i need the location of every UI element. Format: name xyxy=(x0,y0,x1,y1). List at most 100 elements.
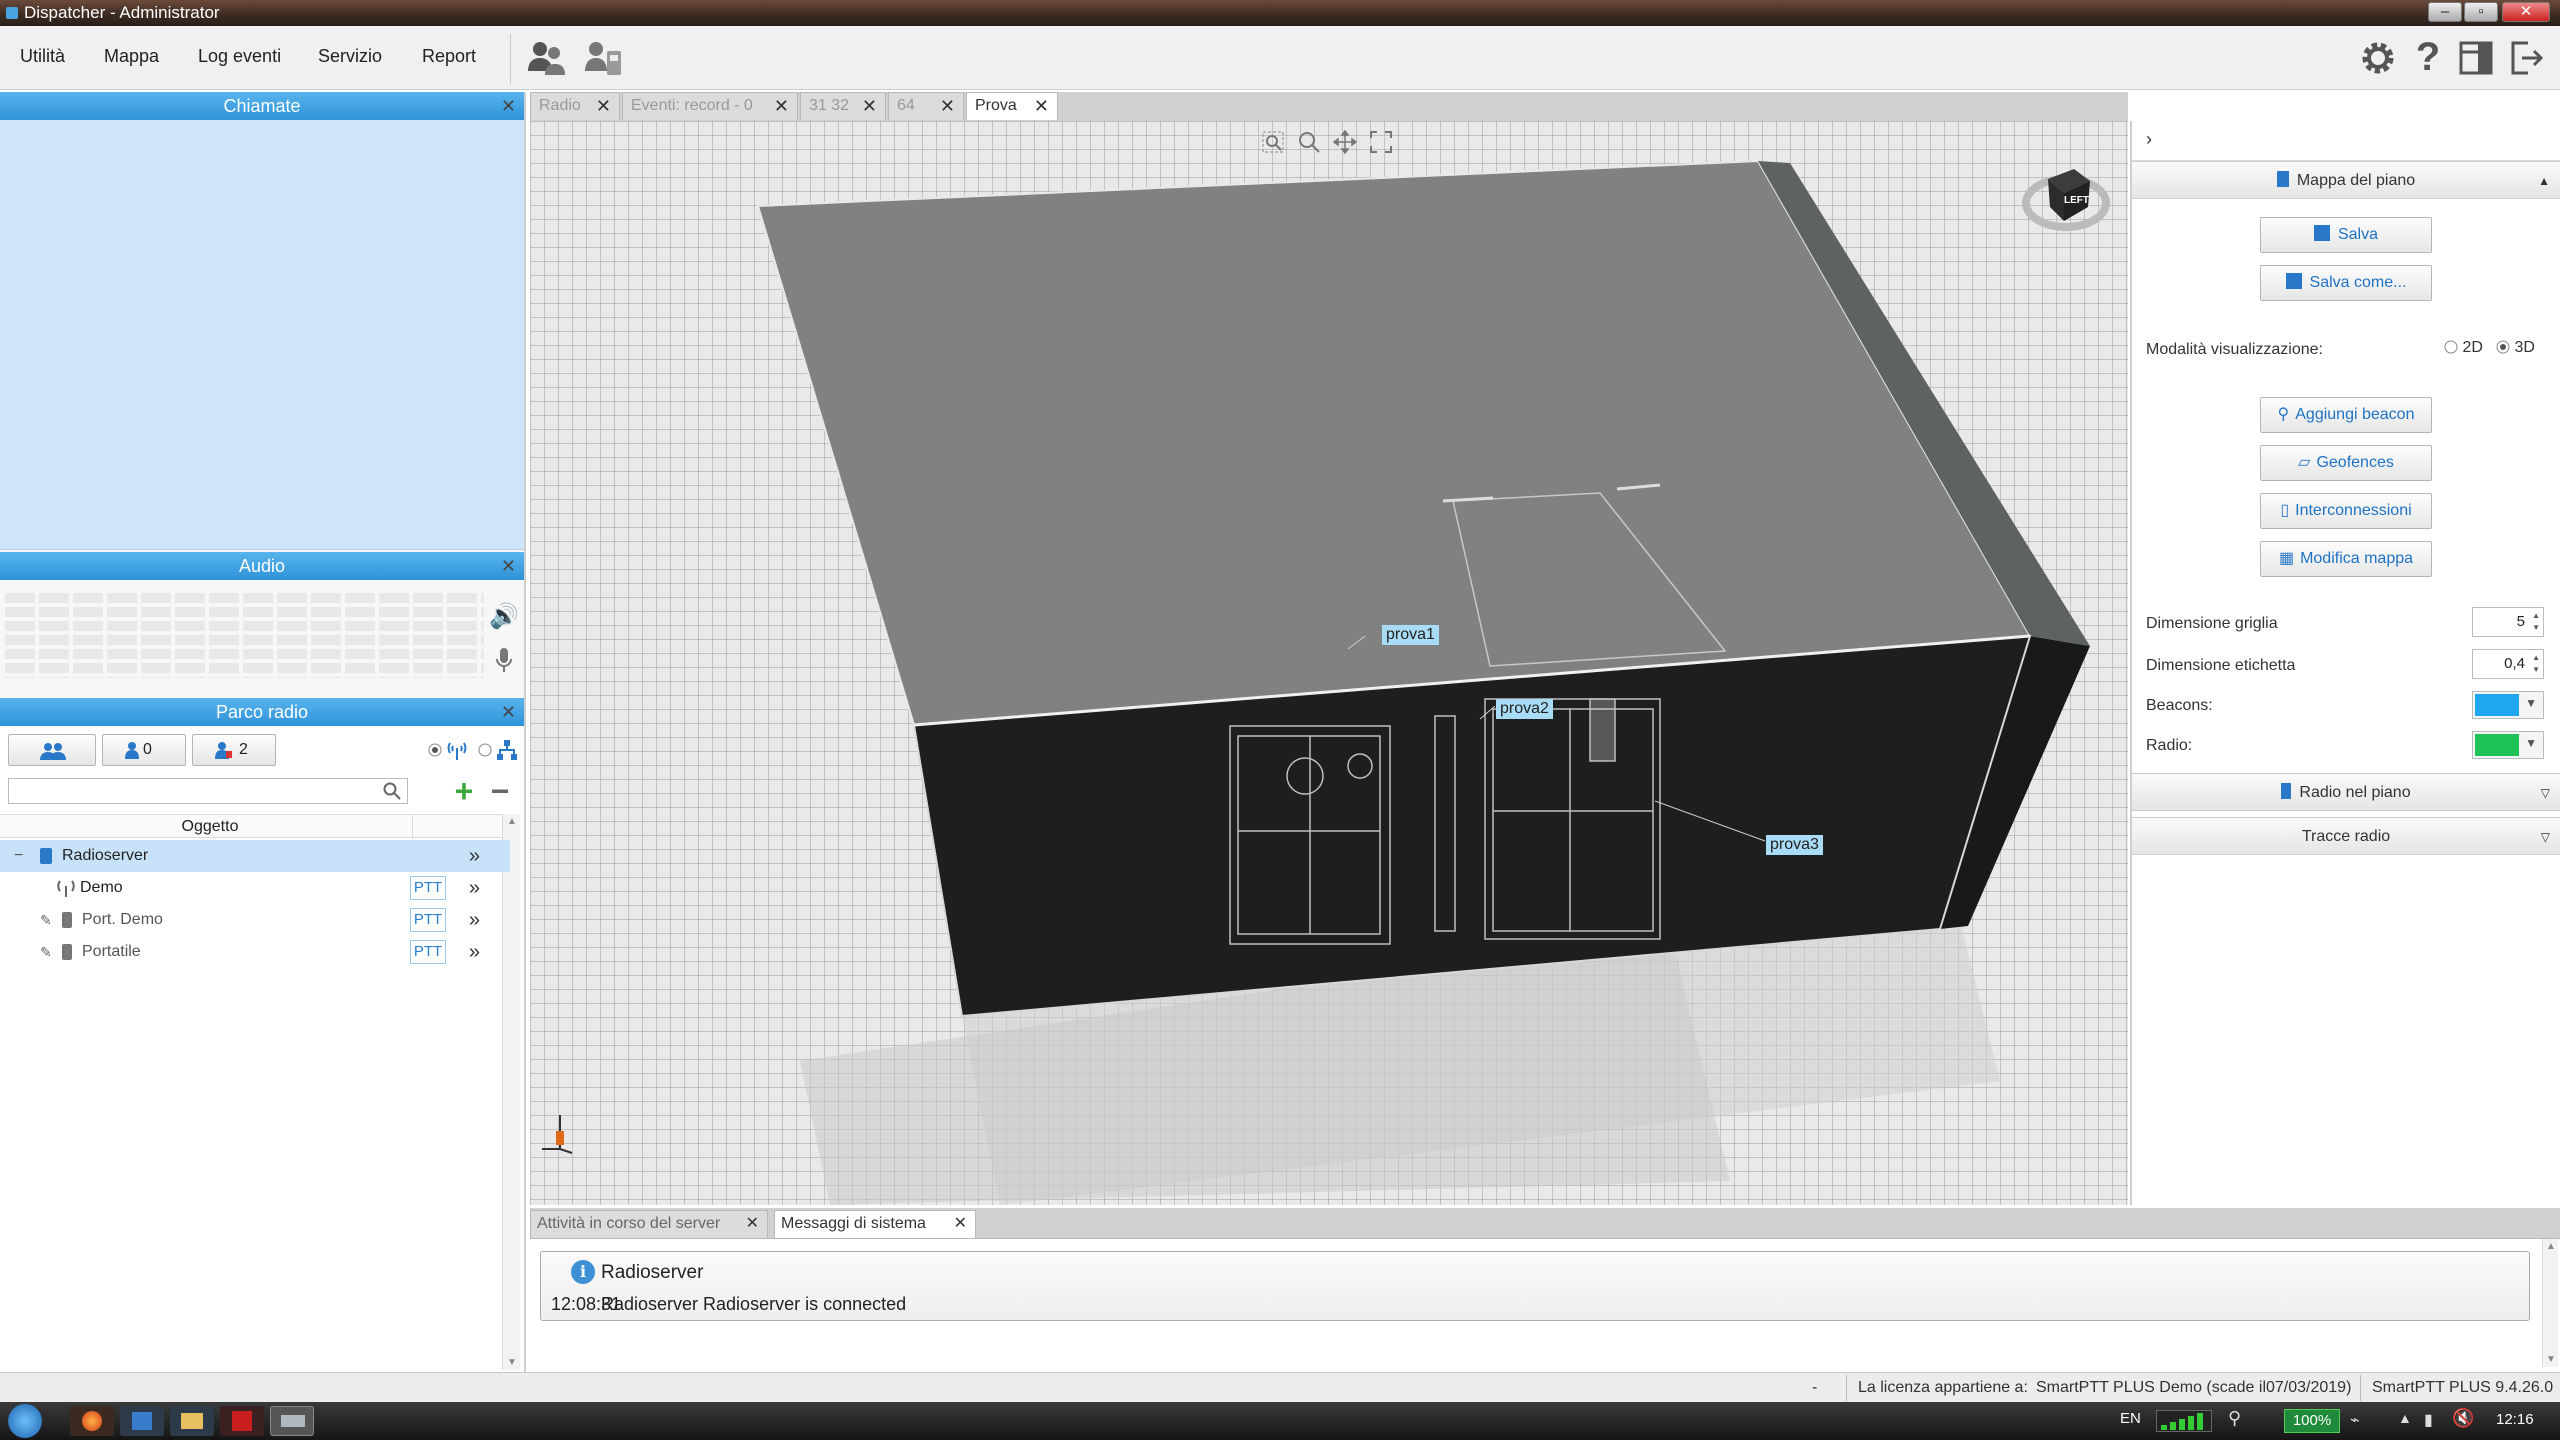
tree-row-port-demo[interactable]: ✎ Port. Demo PTT » xyxy=(0,904,510,936)
power-plug-icon[interactable]: ⌁ xyxy=(2350,1410,2360,1430)
maximize-button[interactable]: ▫ xyxy=(2464,2,2498,22)
menu-utilita[interactable]: Utilità xyxy=(20,46,65,67)
speaker-icon[interactable]: 🔊 xyxy=(489,602,519,630)
network-icon[interactable]: ⚲ xyxy=(2228,1408,2241,1429)
messages-scrollbar[interactable]: ▲ ▼ xyxy=(2542,1239,2558,1367)
column-header-oggetto[interactable]: Oggetto xyxy=(0,814,510,839)
close-icon[interactable]: ✕ xyxy=(774,93,789,119)
explorer-folder-icon[interactable] xyxy=(170,1406,214,1436)
ptt-button[interactable]: PTT xyxy=(410,876,446,900)
tree-row-portatile[interactable]: ✎ Portatile PTT » xyxy=(0,936,510,968)
scroll-down-icon[interactable]: ▼ xyxy=(507,1357,517,1368)
expand-down-icon[interactable]: ▽ xyxy=(2541,774,2550,812)
close-icon[interactable]: ✕ xyxy=(501,552,516,580)
edit-map-button[interactable]: ▦ Modifica mappa xyxy=(2260,541,2432,577)
scroll-up-icon[interactable]: ▲ xyxy=(2546,1241,2556,1252)
tree-row-demo[interactable]: Demo PTT » xyxy=(0,872,510,904)
clock[interactable]: 12:16 xyxy=(2496,1411,2534,1428)
expand-down-icon[interactable]: ▽ xyxy=(2541,818,2550,856)
tab-system-messages[interactable]: Messaggi di sistema ✕ xyxy=(774,1210,976,1238)
save-as-button[interactable]: Salva come... xyxy=(2260,265,2432,301)
filter-groups-button[interactable]: 2 xyxy=(192,734,276,766)
map-label-prova2[interactable]: prova2 xyxy=(1496,699,1553,719)
add-beacon-button[interactable]: ⚲ Aggiungi beacon xyxy=(2260,397,2432,433)
tab-prova[interactable]: Prova ✕ xyxy=(966,92,1058,120)
scroll-up-icon[interactable]: ▲ xyxy=(507,816,517,827)
close-icon[interactable]: ✕ xyxy=(596,93,611,119)
spinner-arrows-icon[interactable]: ▲ ▼ xyxy=(2532,610,2540,634)
user-radio-icon[interactable] xyxy=(582,36,628,82)
geofences-button[interactable]: ▱ Geofences xyxy=(2260,445,2432,481)
radio-option-hierarchy[interactable] xyxy=(478,740,492,760)
pan-icon[interactable] xyxy=(1332,129,1358,155)
menu-log-eventi[interactable]: Log eventi xyxy=(198,46,281,67)
filter-users-button[interactable]: 0 xyxy=(102,734,186,766)
close-icon[interactable]: ✕ xyxy=(954,1211,967,1237)
outlook-icon[interactable] xyxy=(120,1406,164,1436)
close-icon[interactable]: ✕ xyxy=(1034,93,1049,119)
collapse-icon[interactable]: − xyxy=(14,840,23,872)
close-window-button[interactable]: ✕ xyxy=(2502,2,2550,22)
save-button[interactable]: Salva xyxy=(2260,217,2432,253)
settings-gear-icon[interactable] xyxy=(2356,36,2400,80)
signal-strength-icon[interactable] xyxy=(2156,1410,2212,1432)
volume-muted-icon[interactable]: 🔇 xyxy=(2452,1408,2474,1429)
map-label-prova1[interactable]: prova1 xyxy=(1382,625,1439,645)
tab-server-activity[interactable]: Attività in corso del server ✕ xyxy=(530,1210,768,1238)
firefox-icon[interactable] xyxy=(70,1406,114,1436)
expand-more-icon[interactable]: » xyxy=(469,904,480,936)
section-radios-in-plan[interactable]: Radio nel piano ▽ xyxy=(2132,773,2560,811)
tray-expand-icon[interactable]: ▲ xyxy=(2398,1410,2412,1426)
close-icon[interactable]: ✕ xyxy=(501,698,516,726)
close-icon[interactable]: ✕ xyxy=(862,93,877,119)
expand-more-icon[interactable]: » xyxy=(469,840,480,872)
menu-report[interactable]: Report xyxy=(422,46,476,67)
radio-option-radios[interactable] xyxy=(428,740,442,760)
ptt-button[interactable]: PTT xyxy=(410,940,446,964)
spinner-arrows-icon[interactable]: ▲ ▼ xyxy=(2532,652,2540,676)
label-size-input[interactable]: 0,4 ▲ ▼ xyxy=(2472,649,2544,679)
ptt-button[interactable]: PTT xyxy=(410,908,446,932)
microphone-icon[interactable] xyxy=(490,646,518,674)
tab-64[interactable]: 64 ✕ xyxy=(888,92,964,120)
minimize-button[interactable]: – xyxy=(2428,2,2462,22)
dispatchers-icon[interactable] xyxy=(524,36,570,82)
map-label-prova3[interactable]: prova3 xyxy=(1766,835,1823,855)
chevron-right-icon[interactable]: › xyxy=(2146,129,2152,150)
filter-all-button[interactable] xyxy=(8,734,96,766)
menu-mappa[interactable]: Mappa xyxy=(104,46,159,67)
acrobat-icon[interactable] xyxy=(220,1406,264,1436)
layout-panels-icon[interactable] xyxy=(2454,36,2498,80)
add-icon[interactable]: + xyxy=(450,773,478,809)
tab-radio[interactable]: Radio ✕ xyxy=(530,92,620,120)
radio-color-picker[interactable]: ▼ xyxy=(2472,731,2544,759)
close-icon[interactable]: ✕ xyxy=(746,1211,759,1237)
keyboard-language[interactable]: EN xyxy=(2120,1410,2141,1427)
expand-more-icon[interactable]: » xyxy=(469,872,480,904)
interconnections-button[interactable]: ▯ Interconnessioni xyxy=(2260,493,2432,529)
menu-servizio[interactable]: Servizio xyxy=(318,46,382,67)
fit-view-icon[interactable] xyxy=(1368,129,1394,155)
tab-31-32[interactable]: 31 32 ✕ xyxy=(800,92,886,120)
dispatcher-app-icon[interactable] xyxy=(270,1406,314,1436)
section-floor-map[interactable]: Mappa del piano ▲ xyxy=(2132,161,2560,199)
exit-icon[interactable] xyxy=(2504,36,2548,80)
device-icon[interactable]: ▮ xyxy=(2424,1410,2433,1430)
beacons-color-picker[interactable]: ▼ xyxy=(2472,691,2544,719)
scroll-down-icon[interactable]: ▼ xyxy=(2546,1354,2556,1365)
calls-list[interactable] xyxy=(0,120,524,550)
help-icon[interactable]: ? xyxy=(2406,34,2450,80)
collapse-up-icon[interactable]: ▲ xyxy=(2538,162,2550,200)
zoom-icon[interactable] xyxy=(1296,129,1322,155)
section-radio-tracks[interactable]: Tracce radio ▽ xyxy=(2132,817,2560,855)
battery-indicator[interactable]: 100% xyxy=(2284,1409,2340,1433)
message-card[interactable]: i Radioserver 12:08:31 Radioserver Radio… xyxy=(540,1251,2530,1321)
close-icon[interactable]: ✕ xyxy=(940,93,955,119)
mode-3d-radio[interactable]: 3D xyxy=(2496,339,2535,357)
remove-icon[interactable]: − xyxy=(486,773,514,809)
map-3d-viewport[interactable]: prova1 prova2 prova3 LEFT xyxy=(530,121,2128,1205)
mode-2d-radio[interactable]: 2D xyxy=(2444,339,2483,357)
view-cube-compass[interactable]: LEFT xyxy=(2018,149,2112,243)
start-button[interactable] xyxy=(8,1404,42,1438)
tab-eventi[interactable]: Eventi: record - 0 ✕ xyxy=(622,92,798,120)
